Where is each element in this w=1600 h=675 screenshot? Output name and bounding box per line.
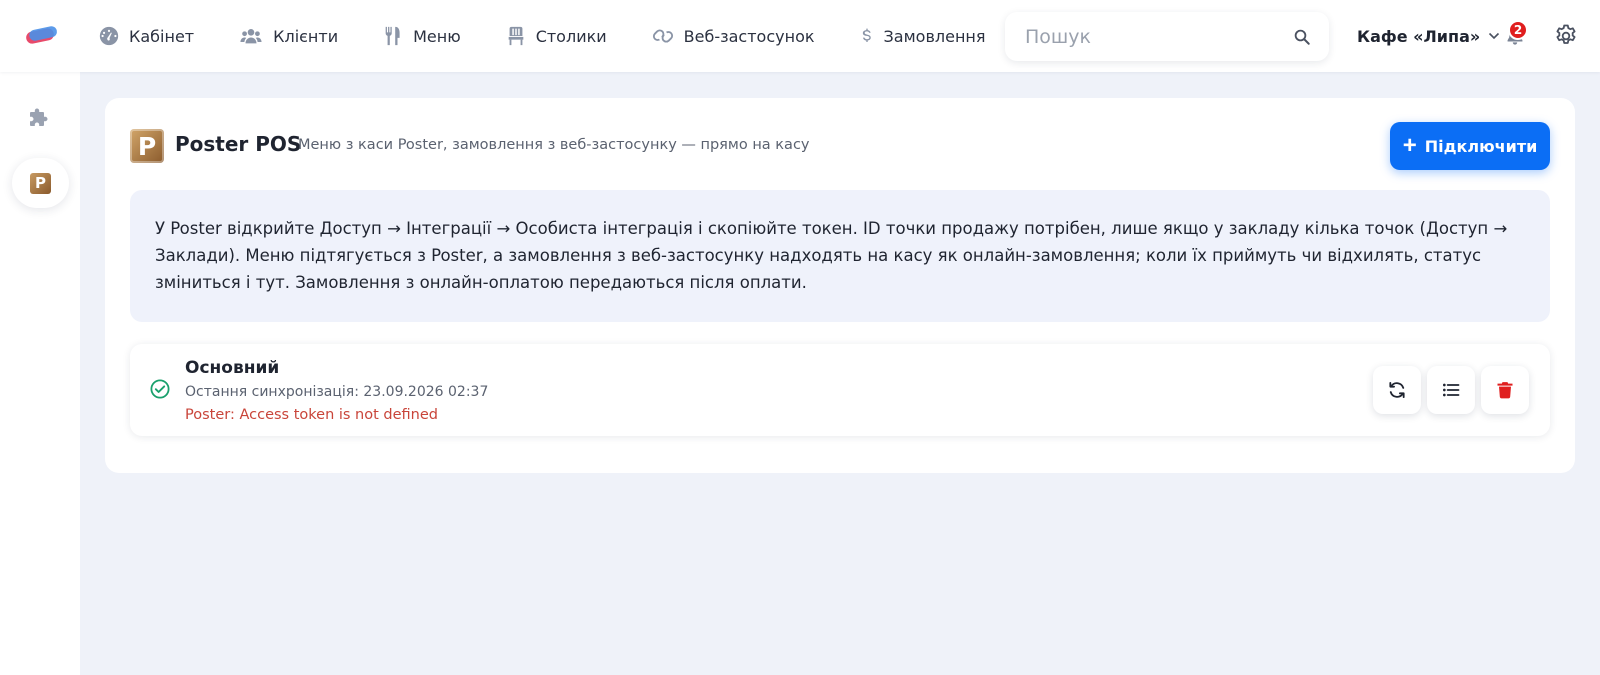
search-box <box>1005 12 1329 61</box>
poster-logo-icon: P <box>30 172 51 194</box>
nav-item-orders[interactable]: Замовлення <box>859 0 986 72</box>
refresh-icon <box>1389 382 1405 398</box>
chevron-down-icon <box>1489 32 1500 40</box>
info-text: У Poster відкрийте Доступ → Інтеграції →… <box>155 219 1508 292</box>
app-logo-icon[interactable] <box>24 22 58 50</box>
nav-item-tables[interactable]: Столики <box>505 0 607 72</box>
nav-item-label: Клієнти <box>273 26 339 46</box>
notification-badge: 2 <box>1508 20 1528 40</box>
page-subtitle: Меню з каси Poster, замовлення з веб-зас… <box>298 137 810 153</box>
list-button[interactable] <box>1427 366 1475 414</box>
side-rail: P <box>0 72 80 675</box>
top-bar: Кабінет Клієнти Меню Столики Веб-застосу… <box>0 0 1600 72</box>
list-icon <box>1443 383 1460 397</box>
nav-item-webapp[interactable]: Веб-застосунок <box>651 0 815 72</box>
users-icon <box>240 29 262 44</box>
nav-item-label: Кабінет <box>129 26 195 46</box>
rail-item-poster[interactable]: P <box>12 158 69 208</box>
poster-logo-icon: P <box>130 129 164 163</box>
chair-icon <box>508 26 524 46</box>
main-nav: Кабінет Клієнти Меню Столики Веб-застосу… <box>98 0 1029 72</box>
last-sync-text: Остання синхронізація: 23.09.2026 02:37 <box>185 384 489 400</box>
info-panel: У Poster відкрийте Доступ → Інтеграції →… <box>130 190 1550 322</box>
integration-card: P Poster POS Меню з каси Poster, замовле… <box>105 98 1575 473</box>
trash-icon <box>1497 382 1513 399</box>
link-icon <box>652 29 673 43</box>
connect-button-label: Підключити <box>1424 136 1538 156</box>
nav-item-clients[interactable]: Клієнти <box>238 0 338 72</box>
venue-selector[interactable]: Кафе «Липа» <box>1357 0 1500 72</box>
search-icon[interactable] <box>1293 28 1311 46</box>
error-message: Poster: Access token is not defined <box>185 407 438 423</box>
gear-icon[interactable] <box>1554 24 1578 48</box>
nav-item-label: Замовлення <box>883 26 986 46</box>
nav-item-dashboard[interactable]: Кабінет <box>98 0 194 72</box>
utensils-icon <box>385 26 400 46</box>
page-title: Poster POS <box>175 132 302 156</box>
plus-icon: + <box>1402 132 1417 159</box>
venue-name: Кафе «Липа» <box>1357 26 1481 46</box>
nav-item-menu[interactable]: Меню <box>382 0 461 72</box>
nav-item-label: Веб-застосунок <box>683 26 815 46</box>
search-input[interactable] <box>1025 25 1293 48</box>
nav-item-label: Меню <box>413 26 461 46</box>
delete-button[interactable] <box>1481 366 1529 414</box>
connect-button[interactable]: + Підключити <box>1390 122 1550 170</box>
gauge-icon <box>99 26 119 46</box>
puzzle-icon[interactable] <box>28 106 52 130</box>
integration-item: Основний Остання синхронізація: 23.09.20… <box>130 344 1550 436</box>
dollar-icon <box>862 28 871 42</box>
nav-item-label: Столики <box>535 26 607 46</box>
check-circle-icon <box>150 379 170 399</box>
sync-button[interactable] <box>1373 366 1421 414</box>
integration-name: Основний <box>185 358 280 378</box>
